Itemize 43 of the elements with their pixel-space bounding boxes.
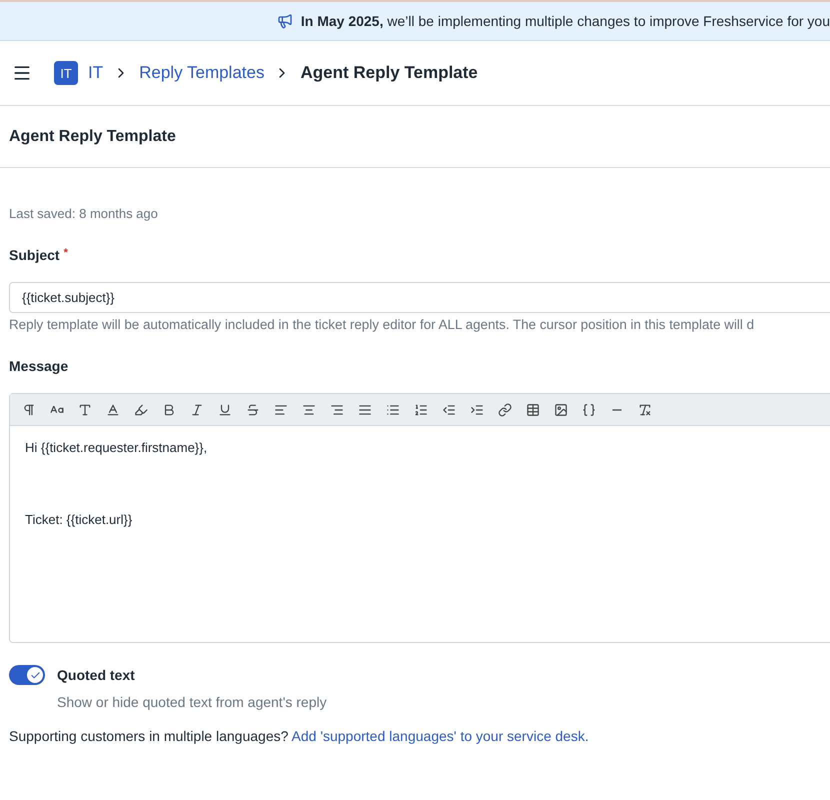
subject-field[interactable]: {{ticket.subject}} [9,282,830,313]
toggle-description: Show or hide quoted text from agent's reply [57,694,328,710]
color-icon[interactable] [106,402,120,416]
center-icon[interactable] [302,402,316,416]
message-text: Ticket: {{ticket.url}} [25,512,132,527]
quoted-text-toggle[interactable] [9,665,45,685]
field-label: Message [9,358,68,374]
strike-icon[interactable] [246,402,260,416]
left-icon[interactable] [274,402,288,416]
italic-icon[interactable] [190,402,204,416]
megaphone-icon [276,13,293,29]
underline-icon[interactable] [218,402,232,416]
outdent-icon[interactable] [442,402,456,416]
justify-icon[interactable] [358,402,372,416]
indent-icon[interactable] [470,402,484,416]
languages-link[interactable]: Add 'supported languages' to your service desk. [292,728,589,744]
bold-icon[interactable] [162,402,176,416]
clear-icon[interactable] [638,402,652,416]
check-icon [30,670,40,680]
image-icon[interactable] [554,402,568,416]
field-label: Subject [9,247,60,263]
workspace-badge: IT [54,61,78,85]
breadcrumb-link[interactable]: Reply Templates [139,63,264,83]
numbers-icon[interactable] [414,402,428,416]
highlight-icon[interactable] [134,402,148,416]
paragraph-icon[interactable] [22,402,36,416]
announcement-text: In May 2025, we’ll be implementing multiple changes to improve Freshservice for you [300,13,830,29]
current-page-text: Agent Reply Template [300,63,478,83]
message-text: Hi {{ticket.requester.firstname}}, [25,440,208,455]
code-icon[interactable] [582,402,596,416]
message-editor[interactable]: Hi {{ticket.requester.firstname}}, Ticket: {{ticket.url}} [9,393,830,643]
toggle-label: Quoted text [57,667,135,683]
footer-text: Supporting customers in multiple languages? [9,728,288,744]
breadcrumb-link[interactable]: IT [88,63,104,83]
link-icon[interactable] [498,402,512,416]
page-title: Agent Reply Template [9,128,176,146]
hint-text: Reply template will be automatically included in the ticket reply editor for ALL agents. The cursor position in this template will d [9,317,756,332]
size-icon[interactable] [78,402,92,416]
table-icon[interactable] [526,402,540,416]
required-mark: * [64,247,68,261]
bullets-icon[interactable] [386,402,400,416]
right-icon[interactable] [330,402,344,416]
last-saved-text: Last saved: 8 months ago [9,206,159,221]
